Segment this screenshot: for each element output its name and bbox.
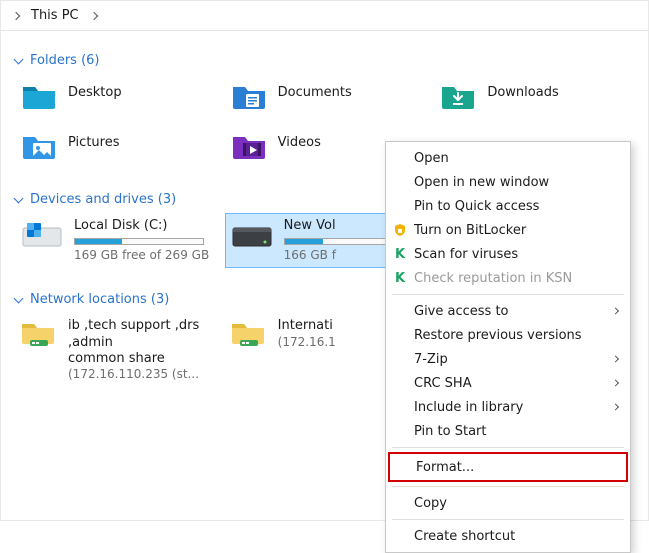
net-line: (172.16.1 xyxy=(278,335,336,350)
ctx-crc-sha[interactable]: CRC SHA xyxy=(388,371,628,395)
context-menu: Open Open in new window Pin to Quick acc… xyxy=(385,141,631,553)
ctx-copy[interactable]: Copy xyxy=(388,491,628,515)
ctx-pin-quick-access[interactable]: Pin to Quick access xyxy=(388,194,628,218)
chevron-right-icon xyxy=(612,307,619,314)
chevron-right-icon xyxy=(612,379,619,386)
chevron-down-icon xyxy=(14,294,24,304)
net-line: common share xyxy=(68,351,210,367)
chevron-right-icon xyxy=(89,11,97,19)
ctx-open[interactable]: Open xyxy=(388,146,628,170)
net-line: Internati xyxy=(278,318,336,334)
section-header-folders[interactable]: Folders (6) xyxy=(15,47,634,74)
net-line: ib ,tech support ,drs ,admin xyxy=(68,318,210,351)
videos-icon xyxy=(230,129,268,163)
chevron-right-icon xyxy=(612,355,619,362)
ctx-open-new-window[interactable]: Open in new window xyxy=(388,170,628,194)
menu-separator xyxy=(392,486,624,487)
network-folder-icon xyxy=(230,318,268,352)
downloads-icon xyxy=(439,79,477,113)
ctx-create-shortcut[interactable]: Create shortcut xyxy=(388,524,628,548)
ctx-give-access-to[interactable]: Give access to xyxy=(388,299,628,323)
folder-item-downloads[interactable]: Downloads xyxy=(434,74,634,118)
chevron-down-icon xyxy=(14,194,24,204)
item-label: Local Disk (C:) xyxy=(74,218,210,234)
ctx-scan-viruses[interactable]: K Scan for viruses xyxy=(388,242,628,266)
ctx-bitlocker[interactable]: Turn on BitLocker xyxy=(388,218,628,242)
item-label: Downloads xyxy=(487,79,558,101)
pictures-icon xyxy=(20,129,58,163)
drive-icon xyxy=(230,218,274,252)
drive-item-local-c[interactable]: Local Disk (C:) 169 GB free of 269 GB xyxy=(15,213,215,268)
chevron-down-icon xyxy=(14,55,24,65)
menu-separator xyxy=(392,294,624,295)
ctx-check-ksn: K Check reputation in KSN xyxy=(388,266,628,290)
documents-icon xyxy=(230,79,268,113)
menu-separator xyxy=(392,447,624,448)
folder-icon xyxy=(20,79,58,113)
item-label: Desktop xyxy=(68,79,122,101)
ctx-7zip[interactable]: 7-Zip xyxy=(388,347,628,371)
network-item[interactable]: ib ,tech support ,drs ,admin common shar… xyxy=(15,313,215,387)
ctx-format[interactable]: Format... xyxy=(388,452,628,482)
drive-sub: 169 GB free of 269 GB xyxy=(74,248,210,263)
item-label: Pictures xyxy=(68,129,119,151)
drive-icon xyxy=(20,218,64,252)
folder-item-documents[interactable]: Documents xyxy=(225,74,425,118)
ctx-include-in-library[interactable]: Include in library xyxy=(388,395,628,419)
chevron-right-icon xyxy=(12,11,20,19)
breadcrumb-root[interactable]: This PC xyxy=(31,8,79,23)
section-title: Devices and drives (3) xyxy=(30,192,176,207)
folder-item-desktop[interactable]: Desktop xyxy=(15,74,215,118)
kaspersky-icon: K xyxy=(392,270,408,286)
drive-usage-bar xyxy=(74,238,204,245)
item-label: Documents xyxy=(278,79,352,101)
item-label: Videos xyxy=(278,129,321,151)
folder-item-pictures[interactable]: Pictures xyxy=(15,124,215,168)
chevron-right-icon xyxy=(612,403,619,410)
menu-separator xyxy=(392,519,624,520)
section-title: Folders (6) xyxy=(30,53,100,68)
ctx-restore-previous[interactable]: Restore previous versions xyxy=(388,323,628,347)
ctx-pin-to-start[interactable]: Pin to Start xyxy=(388,419,628,443)
breadcrumb: This PC xyxy=(1,1,648,31)
network-folder-icon xyxy=(20,318,58,352)
bitlocker-icon xyxy=(392,222,408,238)
net-line: (172.16.110.235 (st... xyxy=(68,367,210,382)
section-title: Network locations (3) xyxy=(30,292,169,307)
kaspersky-icon: K xyxy=(392,246,408,262)
